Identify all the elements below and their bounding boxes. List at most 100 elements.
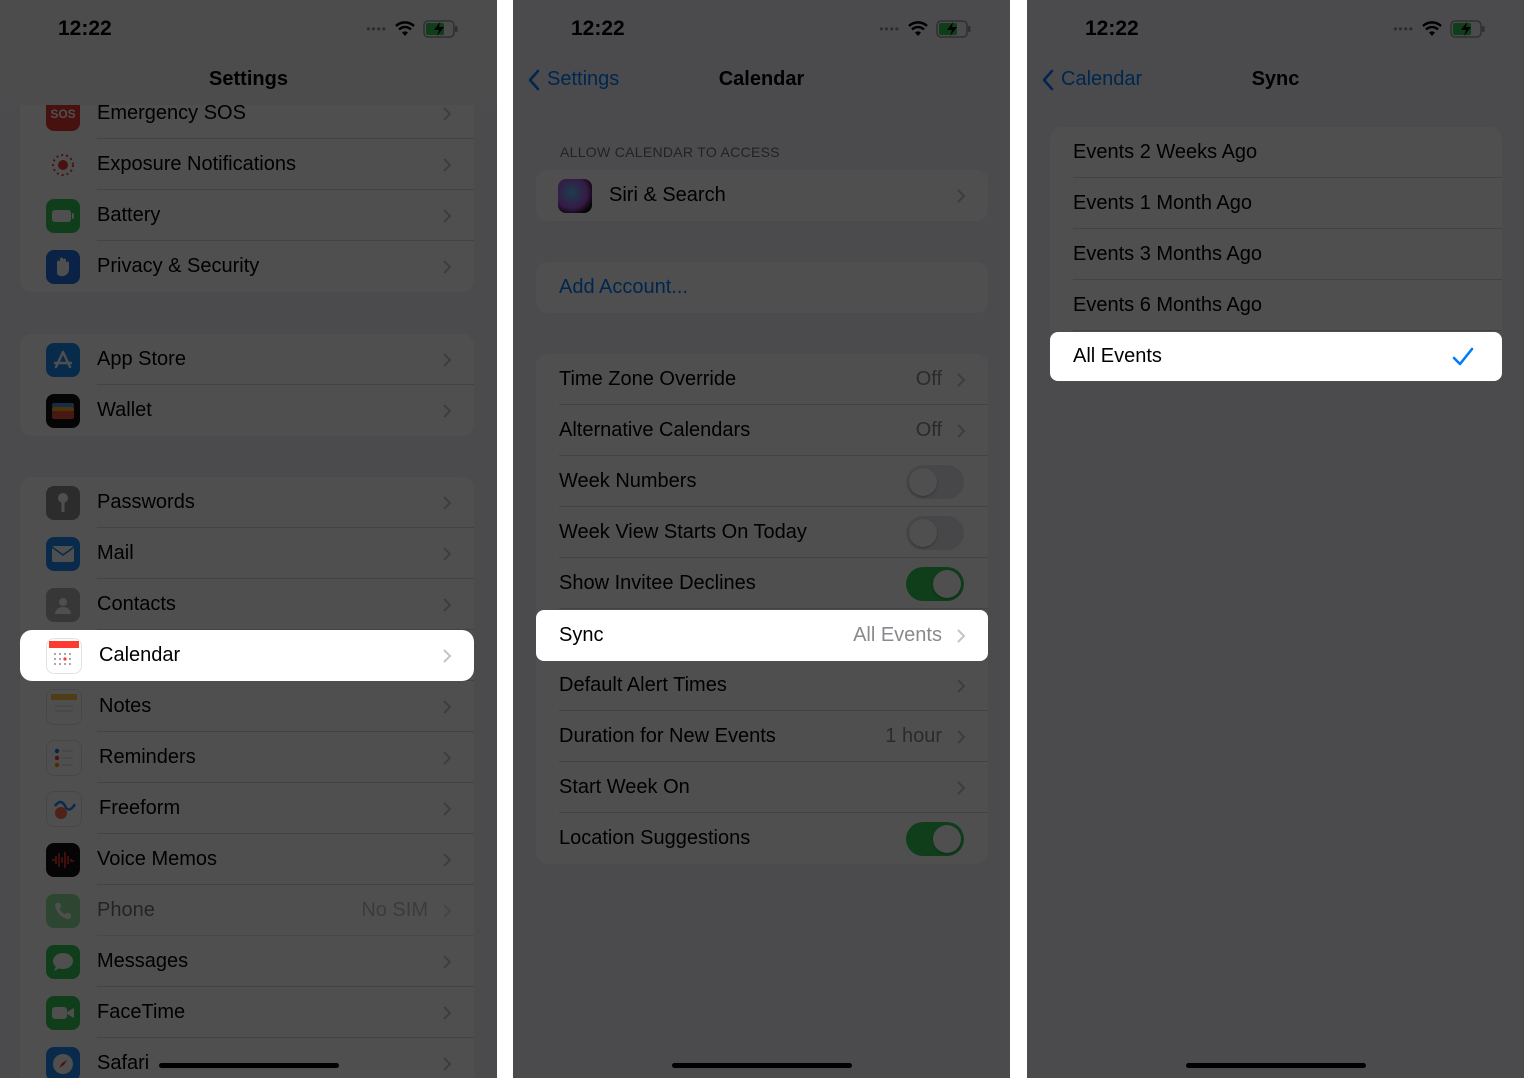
row-label: Time Zone Override	[559, 368, 737, 390]
default-alert-times-row[interactable]: Default Alert Times	[536, 660, 988, 711]
show-invitee-declines-toggle[interactable]	[906, 566, 964, 601]
settings-row-wallet[interactable]: Wallet	[20, 385, 474, 436]
siri-icon	[558, 178, 592, 213]
add-account-button[interactable]: Add Account...	[536, 262, 988, 313]
page-title: Settings	[209, 68, 288, 90]
row-label: Start Week On	[559, 776, 690, 798]
option-label: Events 2 Weeks Ago	[1073, 141, 1258, 163]
voice-memos-icon	[46, 842, 80, 877]
settings-screen: SOS Emergency SOS Exposure Notifications…	[0, 0, 497, 1078]
all-events-highlight: All Events	[1050, 332, 1502, 381]
chevron-right-icon	[442, 648, 452, 664]
row-label: Show Invitee Declines	[559, 572, 756, 594]
signal-icon: ••••	[1393, 22, 1414, 36]
row-label: Privacy & Security	[97, 255, 260, 277]
row-label: Voice Memos	[97, 848, 218, 870]
add-account-label: Add Account...	[559, 276, 688, 298]
signal-icon: ••••	[879, 22, 900, 36]
alternative-calendars-row[interactable]: Alternative Calendars Off	[536, 405, 988, 456]
start-week-on-row[interactable]: Start Week On	[536, 762, 988, 813]
settings-group-apps: Passwords Mail Contacts Notes Reminders …	[20, 477, 474, 1078]
settings-row-passwords[interactable]: Passwords	[20, 477, 474, 528]
settings-row-facetime[interactable]: FaceTime	[20, 987, 474, 1038]
row-value: All Events	[853, 624, 942, 646]
row-label: Contacts	[97, 593, 176, 615]
sync-option-1-month[interactable]: Events 1 Month Ago	[1050, 178, 1502, 229]
row-label: Emergency SOS	[97, 102, 246, 124]
wallet-icon	[46, 393, 80, 428]
time-zone-override-row[interactable]: Time Zone Override Off	[536, 354, 988, 405]
battery-charging-icon	[1450, 20, 1485, 38]
sync-row[interactable]: Sync All Events	[536, 610, 988, 661]
row-label: Alternative Calendars	[559, 419, 751, 441]
chevron-right-icon	[442, 852, 452, 868]
chevron-right-icon	[956, 372, 966, 388]
siri-group: Siri & Search	[536, 170, 988, 221]
home-indicator	[1185, 1063, 1366, 1068]
sync-option-2-weeks[interactable]: Events 2 Weeks Ago	[1050, 127, 1502, 178]
mail-icon	[46, 536, 80, 571]
chevron-right-icon	[956, 780, 966, 796]
settings-row-app-store[interactable]: App Store	[20, 334, 474, 385]
chevron-right-icon	[442, 750, 452, 766]
settings-row-phone[interactable]: Phone No SIM	[20, 885, 474, 936]
row-label: Duration for New Events	[559, 725, 776, 747]
hand-icon	[46, 249, 80, 284]
chevron-right-icon	[956, 678, 966, 694]
wifi-icon	[1422, 21, 1442, 36]
home-indicator	[671, 1063, 852, 1068]
notes-icon	[46, 688, 82, 725]
settings-row-voice-memos[interactable]: Voice Memos	[20, 834, 474, 885]
signal-icon: ••••	[366, 22, 387, 36]
option-label: Events 1 Month Ago	[1073, 192, 1253, 214]
settings-group-system: SOS Emergency SOS Exposure Notifications…	[20, 88, 474, 292]
row-label: Exposure Notifications	[97, 153, 296, 175]
home-indicator	[158, 1063, 339, 1068]
phone-icon	[46, 893, 80, 928]
settings-row-notes[interactable]: Notes	[20, 681, 474, 732]
settings-row-battery[interactable]: Battery	[20, 190, 474, 241]
status-time: 12:22	[1085, 17, 1139, 40]
row-label: Reminders	[99, 746, 196, 768]
chevron-right-icon	[442, 352, 452, 368]
chevron-right-icon	[442, 259, 452, 275]
week-numbers-toggle[interactable]	[906, 464, 964, 499]
battery-charging-icon	[423, 20, 458, 38]
chevron-right-icon	[442, 208, 452, 224]
battery-charging-icon	[936, 20, 971, 38]
settings-row-calendar[interactable]: Calendar	[20, 630, 474, 681]
row-value: 1 hour	[885, 725, 942, 747]
row-label: Default Alert Times	[559, 674, 727, 696]
week-numbers-row: Week Numbers	[536, 456, 988, 507]
safari-icon	[46, 1046, 80, 1078]
reminders-icon	[46, 739, 82, 776]
exposure-icon	[46, 147, 80, 182]
settings-row-contacts[interactable]: Contacts	[20, 579, 474, 630]
week-view-starts-toggle[interactable]	[906, 515, 964, 550]
duration-new-events-row[interactable]: Duration for New Events 1 hour	[536, 711, 988, 762]
settings-row-messages[interactable]: Messages	[20, 936, 474, 987]
row-label: Sync	[559, 624, 604, 646]
row-label: Freeform	[99, 797, 181, 819]
status-icons: ••••	[879, 20, 972, 38]
page-title: Calendar	[718, 68, 805, 90]
row-label: Battery	[97, 204, 161, 226]
settings-row-privacy-security[interactable]: Privacy & Security	[20, 241, 474, 292]
option-label: Events 3 Months Ago	[1073, 243, 1263, 265]
settings-row-freeform[interactable]: Freeform	[20, 783, 474, 834]
week-view-starts-row: Week View Starts On Today	[536, 507, 988, 558]
settings-row-exposure-notifications[interactable]: Exposure Notifications	[20, 139, 474, 190]
sync-option-all-events[interactable]: All Events	[1050, 332, 1502, 381]
settings-row-mail[interactable]: Mail	[20, 528, 474, 579]
wifi-icon	[908, 21, 928, 36]
siri-search-row[interactable]: Siri & Search	[536, 170, 988, 221]
location-suggestions-toggle[interactable]	[906, 821, 964, 856]
option-label: All Events	[1073, 345, 1162, 367]
settings-row-reminders[interactable]: Reminders	[20, 732, 474, 783]
row-value: Off	[915, 419, 942, 441]
row-value: Off	[915, 368, 942, 390]
sync-option-6-months[interactable]: Events 6 Months Ago	[1050, 280, 1502, 331]
chevron-right-icon	[442, 1005, 452, 1021]
settings-row-safari[interactable]: Safari	[20, 1038, 474, 1078]
sync-option-3-months[interactable]: Events 3 Months Ago	[1050, 229, 1502, 280]
